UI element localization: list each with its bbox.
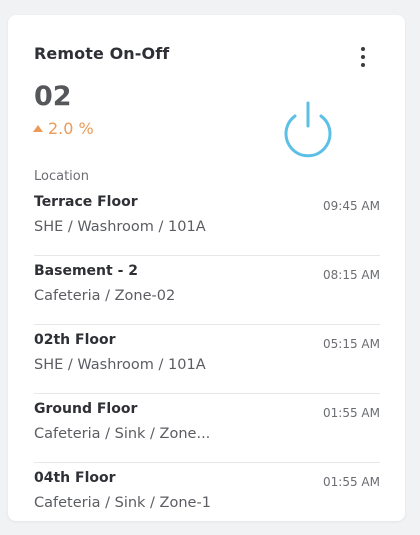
location-label: Location — [34, 169, 89, 184]
location-item[interactable]: 04th Floor Cafeteria / Sink / Zone-1 01:… — [34, 463, 380, 531]
location-name: Terrace Floor — [34, 194, 138, 210]
trend-value: 2.0 % — [48, 119, 94, 138]
location-item[interactable]: 02th Floor SHE / Washroom / 101A 05:15 A… — [34, 325, 380, 394]
kebab-menu-icon[interactable] — [353, 45, 373, 69]
location-item[interactable]: Terrace Floor SHE / Washroom / 101A 09:4… — [34, 187, 380, 256]
location-name: Ground Floor — [34, 401, 138, 417]
location-name: 04th Floor — [34, 470, 116, 486]
location-time: 08:15 AM — [323, 268, 380, 282]
location-time: 01:55 AM — [323, 475, 380, 489]
location-name: Basement - 2 — [34, 263, 138, 279]
location-path: Cafeteria / Sink / Zone... — [34, 426, 211, 442]
location-path: Cafeteria / Sink / Zone-1 — [34, 495, 211, 511]
card-title: Remote On-Off — [34, 44, 170, 63]
device-count: 02 — [34, 81, 72, 112]
power-icon[interactable] — [281, 99, 335, 159]
location-time: 01:55 AM — [323, 406, 380, 420]
location-list: Terrace Floor SHE / Washroom / 101A 09:4… — [34, 187, 380, 531]
location-time: 09:45 AM — [323, 199, 380, 213]
location-path: Cafeteria / Zone-02 — [34, 288, 176, 304]
location-time: 05:15 AM — [323, 337, 380, 351]
remote-on-off-card: Remote On-Off 02 2.0 % Location Terrace … — [8, 15, 405, 521]
location-item[interactable]: Ground Floor Cafeteria / Sink / Zone... … — [34, 394, 380, 463]
location-item[interactable]: Basement - 2 Cafeteria / Zone-02 08:15 A… — [34, 256, 380, 325]
trend-indicator: 2.0 % — [33, 119, 94, 138]
location-path: SHE / Washroom / 101A — [34, 357, 206, 373]
location-name: 02th Floor — [34, 332, 116, 348]
location-path: SHE / Washroom / 101A — [34, 219, 206, 235]
trend-up-icon — [33, 124, 43, 132]
